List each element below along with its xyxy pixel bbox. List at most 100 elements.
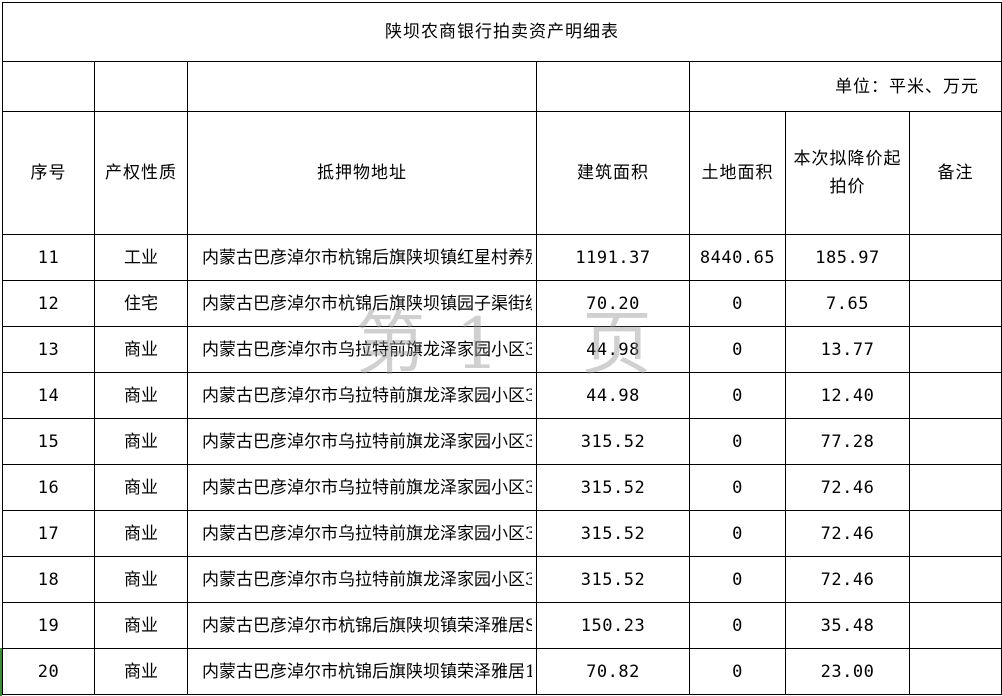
table-row: 11工业内蒙古巴彦淖尔市杭锦后旗陕坝镇红星村养殖厂（办公用房1191.37平方米… (2, 234, 1002, 281)
cell-address[interactable]: 内蒙古巴彦淖尔市杭锦后旗陕坝镇荣泽雅居1号楼03号商业门店 (187, 648, 537, 695)
cell-seq[interactable]: 17 (2, 510, 95, 557)
cell-building-area[interactable]: 315.52 (536, 556, 690, 603)
address-text: 内蒙古巴彦淖尔市杭锦后旗陕坝镇荣泽雅居1号楼03号商业门店 (202, 661, 532, 682)
cell-seq[interactable]: 13 (2, 326, 95, 373)
cell-building-area[interactable]: 315.52 (536, 418, 690, 465)
table-row: 13商业内蒙古巴彦淖尔市乌拉特前旗龙泽家园小区3号楼4106号（商业门店）44.… (2, 326, 1002, 373)
table-row: 17商业内蒙古巴彦淖尔市乌拉特前旗龙泽家园小区3号楼451号（商业）315.52… (2, 510, 1002, 557)
cell-seq[interactable]: 12 (2, 280, 95, 327)
cell-building-area[interactable]: 44.98 (536, 326, 690, 373)
cell-seq[interactable]: 18 (2, 556, 95, 603)
cell-building-area[interactable]: 44.98 (536, 372, 690, 419)
address-text: 内蒙古巴彦淖尔市乌拉特前旗龙泽家园小区3号楼431号（门店） (202, 431, 532, 452)
address-text: 内蒙古巴彦淖尔市乌拉特前旗龙泽家园小区3号楼451号（商业） (202, 523, 532, 544)
cell-seq[interactable]: 15 (2, 418, 95, 465)
blank-cell (2, 61, 95, 112)
header-remarks: 备注 (908, 111, 1002, 235)
address-text: 内蒙古巴彦淖尔市乌拉特前旗龙泽家园小区3号楼4106号（商业门店） (202, 339, 532, 360)
header-property-type: 产权性质 (94, 111, 188, 235)
cell-land-area[interactable]: 0 (689, 372, 786, 419)
cell-address[interactable]: 内蒙古巴彦淖尔市乌拉特前旗龙泽家园小区3号楼431号（门店） (187, 418, 537, 465)
asset-table: 陕坝农商银行拍卖资产明细表 单位：平米、万元 序号 产权性质 抵押物地址 建筑面… (1, 2, 1002, 695)
cell-land-area[interactable]: 0 (689, 556, 786, 603)
cell-address[interactable]: 内蒙古巴彦淖尔市乌拉特前旗龙泽家园小区3号楼441号（商业） (187, 464, 537, 511)
header-seq: 序号 (2, 111, 95, 235)
address-text: 内蒙古巴彦淖尔市杭锦后旗陕坝镇园子渠街统建楼（南区）10号楼07号 (202, 293, 532, 314)
cell-start-price[interactable]: 35.48 (785, 602, 910, 649)
cell-remark[interactable] (908, 372, 1002, 419)
blank-cell (94, 61, 188, 112)
table-row: 20商业内蒙古巴彦淖尔市杭锦后旗陕坝镇荣泽雅居1号楼03号商业门店70.8202… (2, 648, 1002, 695)
table-row: 18商业内蒙古巴彦淖尔市乌拉特前旗龙泽家园小区3号楼461号（商业）315.52… (2, 556, 1002, 603)
cell-property-type[interactable]: 工业 (94, 234, 188, 281)
cell-start-price[interactable]: 72.46 (785, 556, 910, 603)
cell-building-area[interactable]: 70.82 (536, 648, 690, 695)
spreadsheet-sheet: 陕坝农商银行拍卖资产明细表 单位：平米、万元 序号 产权性质 抵押物地址 建筑面… (0, 0, 1002, 696)
cell-land-area[interactable]: 0 (689, 648, 786, 695)
cell-seq[interactable]: 16 (2, 464, 95, 511)
blank-cell (536, 61, 690, 112)
cell-land-area[interactable]: 0 (689, 602, 786, 649)
cell-seq[interactable]: 11 (2, 234, 95, 281)
cell-seq[interactable]: 20 (2, 648, 95, 695)
cell-address[interactable]: 内蒙古巴彦淖尔市乌拉特前旗龙泽家园小区3号楼461号（商业） (187, 556, 537, 603)
address-text: 内蒙古巴彦淖尔市乌拉特前旗龙泽家园小区3号楼4206号（商业） (202, 385, 532, 406)
table-row: 12住宅内蒙古巴彦淖尔市杭锦后旗陕坝镇园子渠街统建楼（南区）10号楼07号70.… (2, 280, 1002, 327)
cell-remark[interactable] (908, 464, 1002, 511)
cell-building-area[interactable]: 315.52 (536, 510, 690, 557)
cell-remark[interactable] (908, 556, 1002, 603)
cell-property-type[interactable]: 商业 (94, 556, 188, 603)
cell-property-type[interactable]: 商业 (94, 372, 188, 419)
cell-building-area[interactable]: 1191.37 (536, 234, 690, 281)
cell-building-area[interactable]: 70.20 (536, 280, 690, 327)
unit-label: 单位：平米、万元 (688, 61, 1002, 112)
header-building-area: 建筑面积 (536, 111, 690, 235)
cell-start-price[interactable]: 185.97 (785, 234, 910, 281)
cell-seq[interactable]: 19 (2, 602, 95, 649)
cell-address[interactable]: 内蒙古巴彦淖尔市乌拉特前旗龙泽家园小区3号楼451号（商业） (187, 510, 537, 557)
cell-start-price[interactable]: 12.40 (785, 372, 910, 419)
cell-address[interactable]: 内蒙古巴彦淖尔市杭锦后旗陕坝镇荣泽雅居S3段13号商业门店 (187, 602, 537, 649)
cell-start-price[interactable]: 13.77 (785, 326, 910, 373)
cell-property-type[interactable]: 商业 (94, 510, 188, 557)
selection-edge (0, 648, 2, 696)
cell-address[interactable]: 内蒙古巴彦淖尔市乌拉特前旗龙泽家园小区3号楼4206号（商业） (187, 372, 537, 419)
cell-land-area[interactable]: 8440.65 (689, 234, 786, 281)
cell-property-type[interactable]: 商业 (94, 464, 188, 511)
cell-remark[interactable] (908, 418, 1002, 465)
cell-remark[interactable] (908, 648, 1002, 695)
cell-start-price[interactable]: 7.65 (785, 280, 910, 327)
cell-start-price[interactable]: 72.46 (785, 464, 910, 511)
cell-land-area[interactable]: 0 (689, 280, 786, 327)
cell-land-area[interactable]: 0 (689, 464, 786, 511)
cell-remark[interactable] (908, 280, 1002, 327)
cell-property-type[interactable]: 商业 (94, 602, 188, 649)
cell-property-type[interactable]: 商业 (94, 418, 188, 465)
cell-land-area[interactable]: 0 (689, 510, 786, 557)
cell-land-area[interactable]: 0 (689, 418, 786, 465)
cell-start-price[interactable]: 77.28 (785, 418, 910, 465)
blank-cell (187, 61, 537, 112)
address-text: 内蒙古巴彦淖尔市乌拉特前旗龙泽家园小区3号楼461号（商业） (202, 569, 532, 590)
cell-start-price[interactable]: 23.00 (785, 648, 910, 695)
cell-address[interactable]: 内蒙古巴彦淖尔市杭锦后旗陕坝镇园子渠街统建楼（南区）10号楼07号 (187, 280, 537, 327)
cell-remark[interactable] (908, 234, 1002, 281)
cell-remark[interactable] (908, 510, 1002, 557)
cell-address[interactable]: 内蒙古巴彦淖尔市乌拉特前旗龙泽家园小区3号楼4106号（商业门店） (187, 326, 537, 373)
address-text: 内蒙古巴彦淖尔市杭锦后旗陕坝镇荣泽雅居S3段13号商业门店 (202, 615, 532, 636)
cell-land-area[interactable]: 0 (689, 326, 786, 373)
header-address: 抵押物地址 (187, 111, 537, 235)
cell-seq[interactable]: 14 (2, 372, 95, 419)
table-title: 陕坝农商银行拍卖资产明细表 (1, 2, 1002, 62)
cell-remark[interactable] (908, 326, 1002, 373)
cell-start-price[interactable]: 72.46 (785, 510, 910, 557)
cell-property-type[interactable]: 商业 (94, 326, 188, 373)
cell-building-area[interactable]: 315.52 (536, 464, 690, 511)
cell-building-area[interactable]: 150.23 (536, 602, 690, 649)
cell-address[interactable]: 内蒙古巴彦淖尔市杭锦后旗陕坝镇红星村养殖厂（办公用房1191.37平方米及出 (187, 234, 537, 281)
cell-remark[interactable] (908, 602, 1002, 649)
cell-property-type[interactable]: 住宅 (94, 280, 188, 327)
cell-property-type[interactable]: 商业 (94, 648, 188, 695)
header-start-price: 本次拟降价起拍价 (785, 111, 910, 235)
table-row: 14商业内蒙古巴彦淖尔市乌拉特前旗龙泽家园小区3号楼4206号（商业）44.98… (2, 372, 1002, 419)
